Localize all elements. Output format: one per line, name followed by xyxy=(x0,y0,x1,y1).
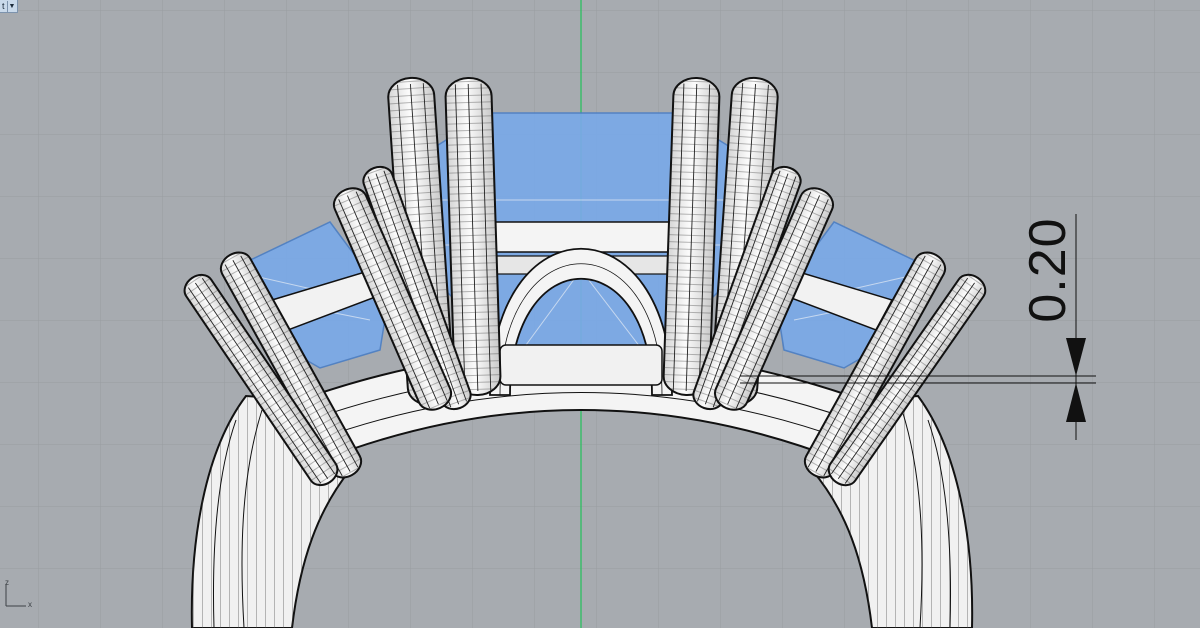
viewport-title-tab[interactable]: t ▼ xyxy=(0,0,18,13)
rhino-viewport[interactable]: t ▼ 0.20 z x xyxy=(0,0,1200,628)
triangle-down-icon[interactable]: ▼ xyxy=(6,0,17,12)
axis-x-label: x xyxy=(28,600,32,609)
dimension-value-label: 0.20 xyxy=(1019,217,1077,323)
axis-z-label: z xyxy=(5,578,9,587)
